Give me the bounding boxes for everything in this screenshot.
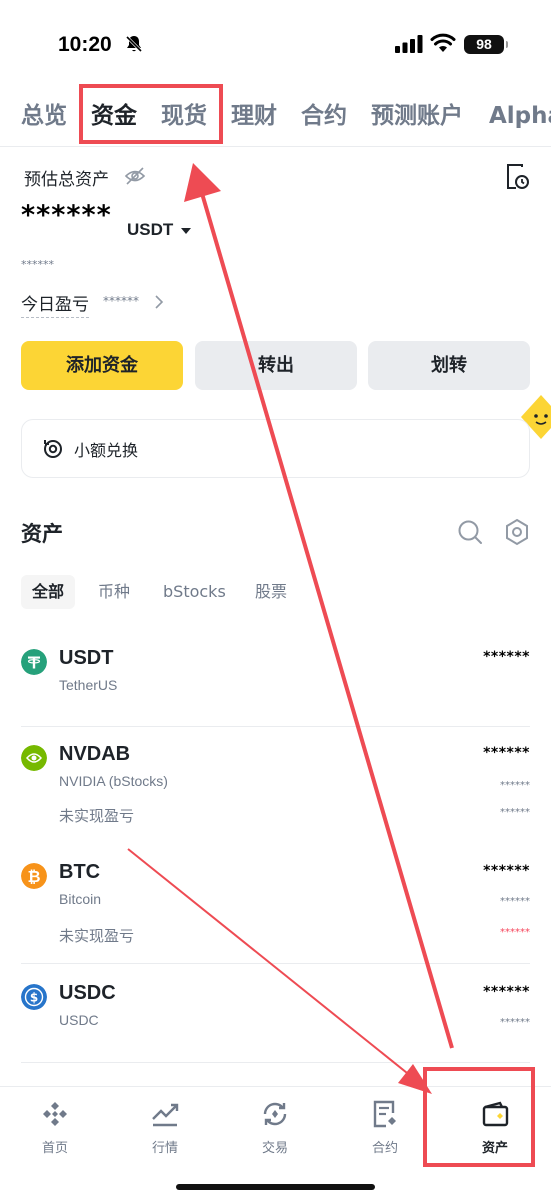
filter-bstocks[interactable]: bStocks	[152, 575, 237, 609]
settings-icon[interactable]	[504, 518, 530, 546]
svg-text:₿: ₿	[27, 867, 40, 886]
asset-amount: ******	[483, 745, 530, 761]
asset-amount: ******	[483, 984, 530, 1000]
markets-icon	[152, 1103, 179, 1127]
asset-row-nvdab[interactable]: NVDAB NVIDIA (bStocks) 未实现盈亏 ****** ****…	[21, 743, 530, 830]
annotation-box-tabs	[79, 84, 223, 144]
asset-name: Bitcoin	[59, 891, 102, 907]
tab-alpha[interactable]: Alpha	[489, 96, 551, 136]
svg-text:$: $	[30, 991, 38, 1005]
asset-pnl: ******	[500, 927, 530, 938]
trade-icon	[263, 1102, 287, 1126]
asset-value: ******	[500, 896, 530, 907]
filter-all[interactable]: 全部	[21, 575, 76, 609]
assets-title: 资产	[21, 522, 63, 546]
convert-label: 小额兑换	[74, 441, 139, 460]
history-icon[interactable]	[505, 164, 529, 190]
asset-pnl: ******	[500, 807, 530, 818]
asset-name: TetherUS	[59, 677, 118, 693]
futures-icon	[373, 1100, 396, 1128]
asset-row-btc[interactable]: ₿ BTC Bitcoin 未实现盈亏 ****** ****** ******	[21, 861, 530, 948]
unrealized-pnl-label: 未实现盈亏	[59, 927, 135, 945]
filter-stocks[interactable]: 股票	[244, 575, 298, 609]
asset-symbol: NVDAB	[59, 743, 131, 765]
nav-label: 交易	[261, 1141, 288, 1156]
asset-value: ******	[500, 780, 530, 791]
nav-label: 首页	[41, 1141, 68, 1156]
chevron-right-icon[interactable]	[154, 294, 164, 310]
nav-label: 行情	[151, 1141, 178, 1156]
withdraw-button[interactable]: 转出	[195, 341, 357, 390]
nav-markets[interactable]: 行情	[125, 1099, 205, 1156]
filter-coins[interactable]: 币种	[87, 575, 141, 609]
status-time: 10:20	[58, 33, 112, 56]
nav-label: 合约	[371, 1141, 398, 1156]
caret-down-icon[interactable]	[181, 228, 191, 234]
asset-amount: ******	[483, 863, 530, 879]
divider	[0, 146, 551, 147]
asset-name: USDC	[59, 1012, 99, 1028]
wifi-icon	[430, 33, 456, 52]
eye-off-icon[interactable]	[124, 166, 146, 186]
nav-trade[interactable]: 交易	[235, 1099, 315, 1156]
nvidia-stock-icon	[21, 745, 47, 771]
asset-name: NVIDIA (bStocks)	[59, 773, 168, 789]
asset-row-usdt[interactable]: USDT TetherUS ******	[21, 647, 530, 709]
tab-earn[interactable]: 理财	[231, 96, 277, 136]
unrealized-pnl-label: 未实现盈亏	[59, 807, 135, 825]
asset-symbol: BTC	[59, 861, 101, 883]
battery-indicator: 98	[464, 35, 508, 54]
annotation-box-assets	[423, 1067, 535, 1167]
asset-symbol: USDT	[59, 647, 114, 669]
tab-futures[interactable]: 合约	[301, 96, 347, 136]
row-divider	[21, 963, 530, 964]
balance-equivalent: ******	[21, 258, 54, 271]
btc-coin-icon: ₿	[21, 863, 47, 889]
bell-slash-icon	[125, 35, 143, 53]
nav-home[interactable]: 首页	[15, 1099, 95, 1156]
status-bar: 10:20 98	[0, 0, 551, 80]
estimated-total-label: 预估总资产	[24, 170, 109, 190]
asset-amount: ******	[483, 649, 530, 665]
row-divider	[21, 1062, 530, 1063]
asset-value: ******	[500, 1017, 530, 1028]
today-pnl-label[interactable]: 今日盈亏	[21, 290, 89, 318]
signal-icon	[395, 35, 423, 53]
small-balance-convert-card[interactable]: 小额兑换	[21, 419, 530, 478]
total-balance: ******	[21, 200, 112, 231]
search-icon[interactable]	[457, 519, 483, 545]
today-pnl-value: ******	[103, 294, 139, 308]
asset-symbol: USDC	[59, 982, 116, 1004]
add-funds-button[interactable]: 添加资金	[21, 341, 183, 390]
home-indicator	[176, 1184, 375, 1190]
tab-prediction[interactable]: 预测账户	[371, 96, 463, 136]
home-icon	[43, 1102, 67, 1126]
transfer-button[interactable]: 划转	[368, 341, 530, 390]
usdc-coin-icon: $	[21, 984, 47, 1010]
tab-overview[interactable]: 总览	[21, 96, 67, 136]
asset-row-usdc[interactable]: $ USDC USDC ****** ******	[21, 982, 530, 1044]
nav-futures[interactable]: 合约	[345, 1099, 425, 1156]
usdt-coin-icon	[21, 649, 47, 675]
convert-icon	[44, 440, 62, 458]
balance-unit-selector[interactable]: USDT	[127, 220, 173, 240]
row-divider	[21, 726, 530, 727]
